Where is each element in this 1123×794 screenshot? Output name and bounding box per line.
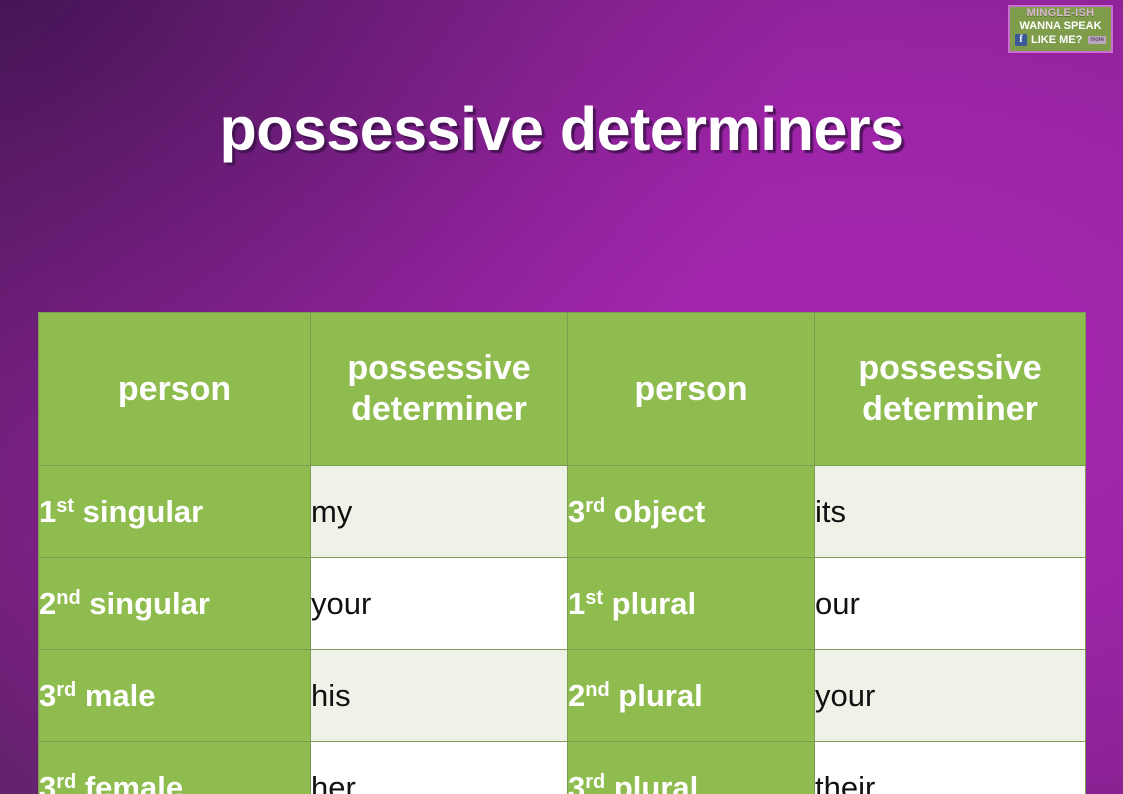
determiner-cell: her bbox=[310, 741, 568, 794]
person-label: singular bbox=[80, 585, 210, 621]
determiner-cell: my bbox=[310, 465, 568, 558]
person-label: male bbox=[76, 677, 156, 713]
person-cell: 2nd singular bbox=[38, 557, 311, 650]
possessive-determiners-table: person possessive determiner person poss… bbox=[38, 312, 1086, 794]
determiner-cell: your bbox=[310, 557, 568, 650]
ordinal-number: 2 bbox=[568, 677, 586, 713]
person-cell: 1st plural bbox=[567, 557, 815, 650]
header-determiner-right-line2: determiner bbox=[862, 390, 1038, 428]
person-cell: 3rd plural bbox=[567, 741, 815, 794]
facebook-icon[interactable]: f bbox=[1014, 34, 1027, 46]
person-cell: 3rd object bbox=[567, 465, 815, 558]
table-row: 3rd male his 2nd plural your bbox=[38, 649, 1086, 742]
ordinal-number: 2 bbox=[39, 585, 57, 621]
ordinal-suffix: rd bbox=[585, 494, 606, 517]
header-determiner-left: possessive determiner bbox=[310, 312, 568, 466]
person-label: female bbox=[76, 769, 184, 794]
header-determiner-right: possessive determiner bbox=[814, 312, 1086, 466]
ordinal-number: 3 bbox=[568, 493, 586, 529]
header-person-left: person bbox=[38, 312, 311, 466]
person-label: singular bbox=[74, 493, 204, 529]
header-person-right: person bbox=[567, 312, 815, 466]
ordinal-number: 3 bbox=[39, 769, 57, 794]
logo-tagline-second-row: f LIKE ME? more bbox=[1012, 33, 1109, 47]
person-cell: 3rd male bbox=[38, 649, 311, 742]
person-label: object bbox=[605, 493, 706, 529]
person-cell: 1st singular bbox=[38, 465, 311, 558]
person-label: plural bbox=[603, 585, 697, 621]
person-label: plural bbox=[609, 677, 703, 713]
ordinal-suffix: st bbox=[585, 586, 604, 609]
page-title: possessive determiners bbox=[219, 95, 904, 163]
determiner-cell: their bbox=[814, 741, 1086, 794]
ordinal-suffix: rd bbox=[56, 678, 77, 701]
ordinal-number: 3 bbox=[568, 769, 586, 794]
slide-canvas: MINGLE-ISH WANNA SPEAK f LIKE ME? more p… bbox=[0, 0, 1123, 794]
header-determiner-left-line1: possessive bbox=[347, 349, 531, 387]
logo-tagline-first: WANNA SPEAK bbox=[1019, 20, 1102, 32]
person-cell: 2nd plural bbox=[567, 649, 815, 742]
ordinal-number: 3 bbox=[39, 677, 57, 713]
person-label: plural bbox=[605, 769, 699, 794]
person-cell: 3rd female bbox=[38, 741, 311, 794]
header-determiner-right-line1: possessive bbox=[858, 349, 1042, 387]
determiner-cell: its bbox=[814, 465, 1086, 558]
determiner-cell: his bbox=[310, 649, 568, 742]
table-row: 1st singular my 3rd object its bbox=[38, 465, 1086, 558]
table-row: 2nd singular your 1st plural our bbox=[38, 557, 1086, 650]
mingle-ish-logo-badge[interactable]: MINGLE-ISH WANNA SPEAK f LIKE ME? more bbox=[1008, 5, 1113, 53]
ordinal-suffix: nd bbox=[56, 586, 81, 609]
table-header-row: person possessive determiner person poss… bbox=[38, 312, 1086, 466]
ordinal-suffix: st bbox=[56, 494, 75, 517]
ordinal-suffix: rd bbox=[585, 770, 606, 793]
determiner-cell: our bbox=[814, 557, 1086, 650]
ordinal-suffix: rd bbox=[56, 770, 77, 793]
header-determiner-left-line2: determiner bbox=[351, 390, 527, 428]
ordinal-suffix: nd bbox=[585, 678, 610, 701]
table-row: 3rd female her 3rd plural their bbox=[38, 741, 1086, 794]
logo-badge-tag: more bbox=[1088, 36, 1106, 44]
logo-tagline-second: LIKE ME? bbox=[1030, 34, 1083, 46]
determiner-cell: your bbox=[814, 649, 1086, 742]
ordinal-number: 1 bbox=[39, 493, 57, 529]
logo-brand-text: MINGLE-ISH bbox=[1026, 7, 1095, 19]
ordinal-number: 1 bbox=[568, 585, 586, 621]
